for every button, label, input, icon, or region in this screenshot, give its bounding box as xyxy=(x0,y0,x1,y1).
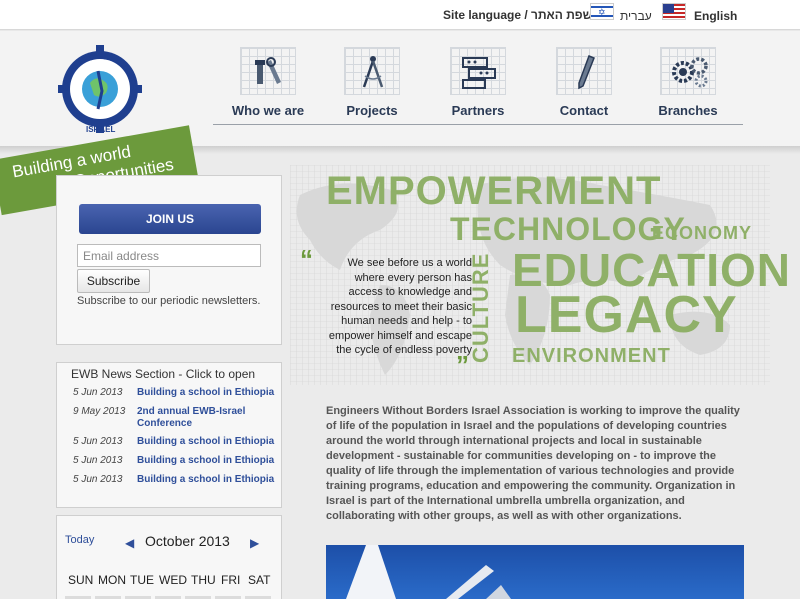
news-item: 5 Jun 2013 Building a school in Ethiopia xyxy=(73,386,277,405)
tools-icon xyxy=(240,47,296,95)
subscribe-button[interactable]: Subscribe xyxy=(77,269,150,293)
quote-close-icon: ” xyxy=(456,350,469,380)
calendar-today-button[interactable]: Today xyxy=(65,534,94,546)
news-item: 9 May 2013 2nd annual EWB-Israel Confere… xyxy=(73,405,277,435)
israel-flag-icon[interactable]: ✡ xyxy=(590,3,614,20)
news-link[interactable]: Building a school in Ethiopia xyxy=(137,455,277,467)
news-link[interactable]: Building a school in Ethiopia xyxy=(137,474,277,486)
calendar-panel: Today ◀ October 2013 ▶ SUN MON TUE WED T… xyxy=(56,515,282,599)
language-hebrew-link[interactable]: עברית xyxy=(620,9,652,23)
news-item: 5 Jun 2013 Building a school in Ethiopia xyxy=(73,435,277,454)
weekday: WED xyxy=(159,573,187,587)
join-us-button[interactable]: JOIN US xyxy=(79,204,261,234)
news-date: 5 Jun 2013 xyxy=(73,387,123,398)
pencil-icon xyxy=(556,47,612,95)
ewb-israel-logo[interactable]: ENGINEERS WITHOUT BORDERS ISRAEL xyxy=(51,34,146,135)
news-item: 5 Jun 2013 Building a school in Ethiopia xyxy=(73,473,277,492)
nav-contact[interactable]: Contact xyxy=(534,43,634,125)
nav-label: Contact xyxy=(559,103,609,118)
nav-label: Projects xyxy=(346,103,398,118)
nav-partners[interactable]: Partners xyxy=(428,43,528,125)
building-blocks-icon xyxy=(450,47,506,95)
logo-text-bottom: ISRAEL xyxy=(86,125,115,134)
nav-label: Branches xyxy=(658,103,718,118)
calendar-next-icon[interactable]: ▶ xyxy=(250,536,259,550)
nav-who-we-are[interactable]: Who we are xyxy=(218,43,318,125)
news-link[interactable]: Building a school in Ethiopia xyxy=(137,436,277,448)
gears-icon xyxy=(660,47,716,95)
language-bar: Site language / שפת האתר : ✡ עברית Engli… xyxy=(0,0,800,30)
news-link[interactable]: Building a school in Ethiopia xyxy=(137,387,277,399)
news-item: 5 Jun 2013 Building a school in Ethiopia xyxy=(73,454,277,473)
news-date: 5 Jun 2013 xyxy=(73,474,123,485)
language-english-link[interactable]: English xyxy=(694,9,737,23)
email-input[interactable] xyxy=(77,244,261,267)
nav-label: Partners xyxy=(451,103,505,118)
news-section-title[interactable]: EWB News Section - Click to open xyxy=(71,367,255,381)
weekday: FRI xyxy=(221,573,241,587)
subscribe-note: Subscribe to our periodic newsletters. xyxy=(77,295,261,307)
word-legacy: LEGACY xyxy=(515,286,738,344)
word-environment: ENVIRONMENT xyxy=(512,345,671,367)
nav-label: Who we are xyxy=(231,103,305,118)
quote-open-icon: “ xyxy=(300,244,313,274)
nav-branches[interactable]: Branches xyxy=(638,43,738,125)
site-header: ENGINEERS WITHOUT BORDERS ISRAEL Who we … xyxy=(0,31,800,146)
main-navigation: Who we are Projects Partners Contact Bra… xyxy=(213,43,743,125)
mission-quote: We see before us a world where every per… xyxy=(328,257,472,356)
compass-icon xyxy=(344,47,400,95)
weekday: THU xyxy=(191,573,216,587)
calendar-prev-icon[interactable]: ◀ xyxy=(125,536,134,550)
news-link[interactable]: 2nd annual EWB-Israel Conference xyxy=(137,406,277,430)
site-language-label: Site language / שפת האתר : xyxy=(443,8,600,22)
news-list: 5 Jun 2013 Building a school in Ethiopia… xyxy=(73,386,277,492)
calendar-month: October 2013 xyxy=(145,533,230,549)
nav-projects[interactable]: Projects xyxy=(322,43,422,125)
news-date: 5 Jun 2013 xyxy=(73,455,123,466)
weekday: SAT xyxy=(248,573,271,587)
intro-paragraph: Engineers Without Borders Israel Associa… xyxy=(326,405,740,522)
word-empowerment: EMPOWERMENT xyxy=(326,169,662,213)
weekday: SUN xyxy=(68,573,94,587)
news-date: 9 May 2013 xyxy=(73,406,126,417)
weekday: MON xyxy=(98,573,126,587)
news-date: 5 Jun 2013 xyxy=(73,436,123,447)
join-panel: JOIN US Subscribe Subscribe to our perio… xyxy=(56,175,282,345)
usa-flag-icon[interactable] xyxy=(662,3,686,20)
project-photo xyxy=(326,545,744,599)
word-economy: ECONOMY xyxy=(652,223,753,243)
news-panel: EWB News Section - Click to open 5 Jun 2… xyxy=(56,362,282,508)
weekday: TUE xyxy=(130,573,154,587)
